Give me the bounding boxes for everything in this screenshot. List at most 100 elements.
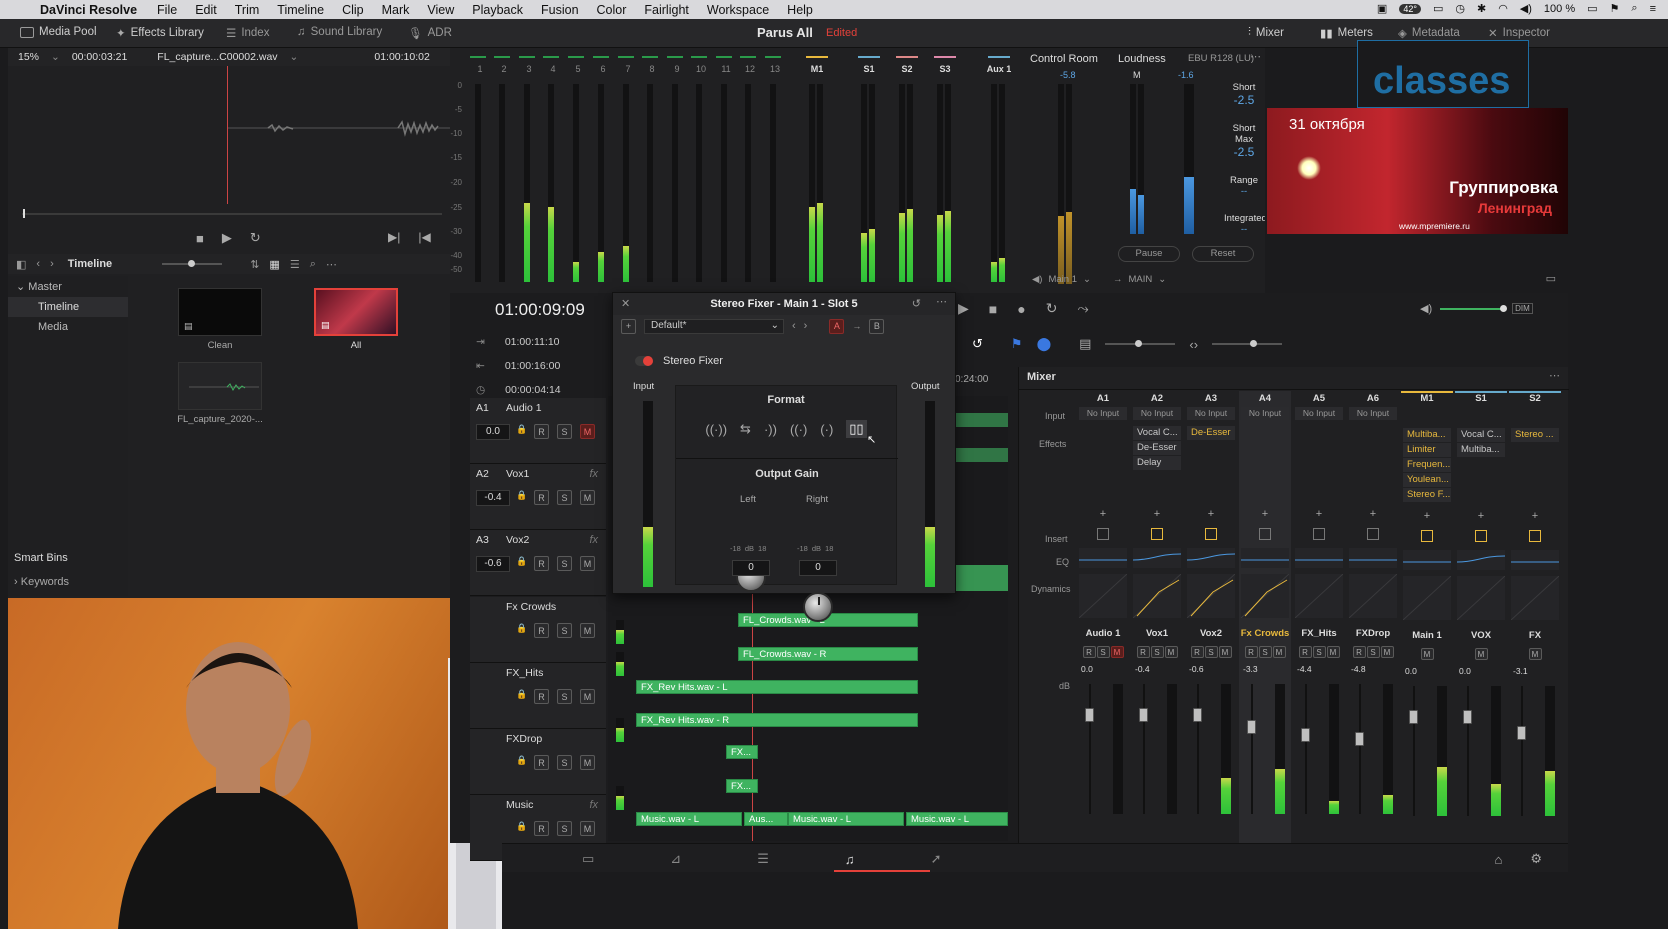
settings-icon[interactable]: ⚙ (1530, 851, 1542, 867)
zoom-level[interactable]: 15% (18, 51, 39, 63)
dynamics-thumbnail[interactable] (1402, 575, 1452, 621)
channel-fader[interactable] (1085, 708, 1094, 722)
zoom-slider-2[interactable] (1212, 340, 1283, 347)
dynamics-thumbnail[interactable] (1186, 573, 1236, 619)
media-page-icon[interactable]: ▭ (582, 851, 594, 867)
add-effect-button[interactable]: + (1239, 508, 1291, 522)
right-gain-knob[interactable] (803, 592, 833, 622)
menu-playback[interactable]: Playback (472, 3, 523, 17)
edit-page-icon[interactable]: ☰ (757, 851, 769, 867)
track-level[interactable]: -0.4 (476, 490, 510, 506)
mute-button[interactable]: M (1380, 646, 1394, 658)
solo-button[interactable]: S (1312, 646, 1326, 658)
effect-slot[interactable]: Stereo F... (1403, 488, 1451, 502)
record-button[interactable]: R (534, 623, 549, 638)
channel-fader[interactable] (1463, 710, 1472, 724)
search-icon[interactable]: ⌕ (1631, 2, 1637, 15)
mute-button[interactable]: M (1420, 648, 1434, 660)
add-effect-button[interactable]: + (1455, 510, 1507, 524)
eq-thumbnail[interactable] (1349, 548, 1397, 568)
stop-icon[interactable]: ■ (989, 301, 997, 317)
temperature-badge[interactable]: 42° (1399, 3, 1421, 14)
more-icon[interactable]: ⋯ (936, 295, 947, 308)
channel-fader[interactable] (1409, 710, 1418, 724)
menu-edit[interactable]: Edit (195, 3, 217, 17)
keywords-item[interactable]: › Keywords (14, 576, 69, 588)
right-gain-value[interactable]: 0 (799, 560, 837, 576)
mute-button[interactable]: M (580, 623, 595, 638)
volume-icon[interactable]: ◀) (1520, 2, 1532, 15)
menu-workspace[interactable]: Workspace (707, 3, 769, 17)
source-scrubber[interactable] (22, 213, 442, 215)
fx-icon[interactable]: fx (589, 468, 598, 480)
mute-button[interactable]: M (1110, 646, 1124, 658)
dynamics-thumbnail[interactable] (1294, 573, 1344, 619)
effect-slot[interactable]: Vocal C... (1457, 428, 1505, 442)
lock-icon[interactable]: 🔒 (516, 689, 527, 700)
fx-icon[interactable]: fx (589, 534, 598, 546)
add-preset-button[interactable]: + (621, 318, 636, 334)
fx-icon[interactable]: fx (589, 799, 598, 811)
scrubber-handle[interactable] (23, 209, 25, 218)
menu-trim[interactable]: Trim (235, 3, 260, 17)
reset-icon[interactable]: ↺ (912, 297, 921, 310)
reset-button[interactable]: Reset (1192, 246, 1254, 262)
adr-button[interactable]: 🎙 ADR (408, 26, 452, 40)
clip-partial[interactable] (956, 565, 1008, 591)
swap-format-icon[interactable]: ⇆ (740, 421, 751, 437)
snap-icon[interactable]: ↺ (972, 336, 983, 352)
panel-toggle-icon[interactable]: ◧ (16, 258, 26, 271)
insert-button[interactable] (1421, 530, 1433, 542)
next-frame-icon[interactable]: ▶| (388, 230, 400, 244)
viewer-options-icon[interactable]: ▭ (1546, 272, 1556, 285)
eq-thumbnail[interactable] (1295, 548, 1343, 568)
record-button[interactable]: R (1244, 646, 1258, 658)
mute-button[interactable]: M (1474, 648, 1488, 660)
wide-format-icon[interactable]: ((·) (790, 422, 807, 437)
main-output-select[interactable]: MAIN (1128, 274, 1152, 285)
add-effect-button[interactable]: + (1401, 510, 1453, 524)
right-format-icon[interactable]: ·)) (764, 422, 777, 437)
search-icon[interactable]: ⌕ (310, 258, 316, 271)
track-level[interactable]: 0.0 (476, 424, 510, 440)
strip-input-select[interactable]: No Input (1349, 407, 1397, 420)
solo-button[interactable]: S (1258, 646, 1272, 658)
preset-select[interactable]: Default* ⌄ (644, 318, 784, 334)
deliver-page-icon[interactable]: ➚ (931, 851, 942, 867)
list-view-icon[interactable]: ☰ (290, 258, 300, 271)
solo-button[interactable]: S (557, 424, 572, 439)
play-icon[interactable]: ▶ (958, 300, 969, 317)
mute-button[interactable]: M (580, 689, 595, 704)
effect-slot[interactable]: Frequen... (1403, 458, 1451, 472)
menu-timeline[interactable]: Timeline (277, 3, 324, 17)
loop-icon[interactable]: ↻ (1046, 300, 1058, 317)
record-button[interactable]: R (1190, 646, 1204, 658)
bin-media[interactable]: Media (8, 317, 128, 337)
record-button[interactable]: R (534, 424, 549, 439)
clip-thumbnail-clean[interactable]: ▤ (178, 288, 262, 336)
plugin-bypass-toggle[interactable] (635, 356, 653, 366)
flag-icon[interactable]: ⚑ (1011, 336, 1023, 352)
channel-fader[interactable] (1517, 726, 1526, 740)
effects-library-button[interactable]: ✦ Effects Library (116, 26, 204, 40)
add-effect-button[interactable]: + (1185, 508, 1237, 522)
dynamics-thumbnail[interactable] (1510, 575, 1560, 621)
bin-timeline[interactable]: Timeline (8, 297, 128, 317)
effect-slot[interactable]: Delay (1133, 456, 1181, 470)
prev-frame-icon[interactable]: |◀ (418, 230, 430, 244)
clip-view-icon[interactable]: ▤ (1079, 336, 1091, 352)
sound-library-button[interactable]: ♫ Sound Library (297, 26, 382, 38)
display-icon[interactable]: ▭ (1433, 2, 1443, 15)
wifi-icon[interactable]: ◠ (1498, 2, 1508, 15)
insert-button[interactable] (1313, 528, 1325, 540)
thumb-size-slider[interactable] (162, 260, 223, 267)
prev-preset-icon[interactable]: ‹ (792, 320, 796, 332)
home-icon[interactable]: ⌂ (1494, 852, 1502, 867)
eq-thumbnail[interactable] (1511, 550, 1559, 570)
add-effect-button[interactable]: + (1347, 508, 1399, 522)
record-button[interactable]: R (534, 556, 549, 571)
sort-icon[interactable]: ⇅ (250, 258, 259, 271)
effect-slot[interactable]: Multiba... (1403, 428, 1451, 442)
status-icon[interactable]: ▣ (1377, 2, 1387, 15)
lock-icon[interactable]: 🔒 (516, 821, 527, 832)
